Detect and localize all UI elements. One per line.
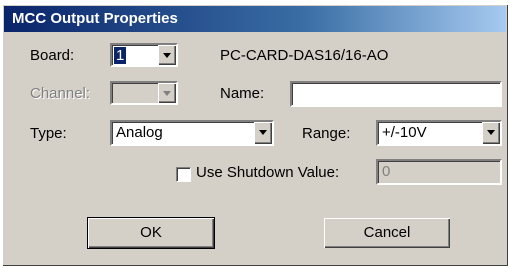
range-value: +/-10V xyxy=(382,124,427,141)
chevron-down-icon xyxy=(163,53,171,58)
board-label: Board: xyxy=(30,47,75,64)
type-label: Type: xyxy=(30,125,67,142)
shutdown-value-input[interactable]: 0 xyxy=(376,159,502,185)
type-value: Analog xyxy=(116,124,163,141)
board-dropdown-button[interactable] xyxy=(158,45,176,65)
cancel-button[interactable]: Cancel xyxy=(324,218,450,248)
type-combo[interactable]: Analog xyxy=(110,120,274,146)
window-title: MCC Output Properties xyxy=(12,10,178,27)
board-value: 1 xyxy=(114,47,127,64)
dialog-window: MCC Output Properties Board: 1 PC-CARD-D… xyxy=(2,4,508,266)
channel-label: Channel: xyxy=(30,85,91,102)
range-combo[interactable]: +/-10V xyxy=(376,120,502,146)
chevron-down-icon xyxy=(487,130,495,135)
range-label: Range: xyxy=(302,125,351,142)
name-input[interactable] xyxy=(290,81,502,107)
board-combo[interactable]: 1 xyxy=(110,43,178,67)
range-dropdown-button[interactable] xyxy=(482,122,500,144)
type-dropdown-button[interactable] xyxy=(254,122,272,144)
name-label: Name: xyxy=(220,85,265,102)
cancel-button-label: Cancel xyxy=(363,224,411,241)
channel-combo[interactable] xyxy=(110,81,178,105)
shutdown-label[interactable]: Use Shutdown Value: xyxy=(196,164,339,181)
device-name: PC-CARD-DAS16/16-AO xyxy=(220,47,389,64)
chevron-down-icon xyxy=(259,130,267,135)
ok-button[interactable]: OK xyxy=(87,217,215,249)
shutdown-checkbox[interactable] xyxy=(176,167,191,182)
channel-dropdown-button[interactable] xyxy=(158,83,176,103)
chevron-down-icon xyxy=(163,91,171,96)
ok-button-label: OK xyxy=(140,224,162,241)
title-bar[interactable]: MCC Output Properties xyxy=(4,6,506,32)
shutdown-value: 0 xyxy=(382,163,391,180)
